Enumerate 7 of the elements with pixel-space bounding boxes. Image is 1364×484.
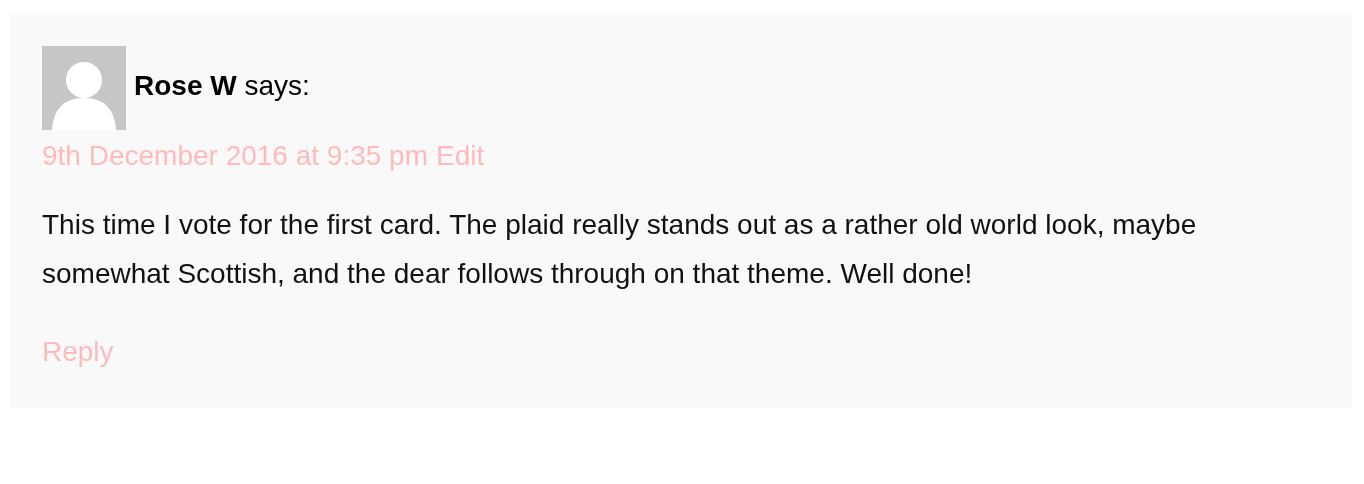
avatar-icon bbox=[42, 46, 126, 130]
reply-link[interactable]: Reply bbox=[42, 336, 114, 368]
edit-link[interactable]: Edit bbox=[436, 140, 485, 172]
comment-text: This time I vote for the first card. The plaid really stands out as a rather old world look, maybe somewhat Scottish, and the dear follows through on that theme. Well done! bbox=[42, 208, 1198, 291]
says-label: says: bbox=[244, 70, 310, 101]
author-name: Rose W bbox=[134, 70, 237, 101]
date-link[interactable]: 9th December 2016 at 9:35 pm bbox=[42, 140, 428, 172]
